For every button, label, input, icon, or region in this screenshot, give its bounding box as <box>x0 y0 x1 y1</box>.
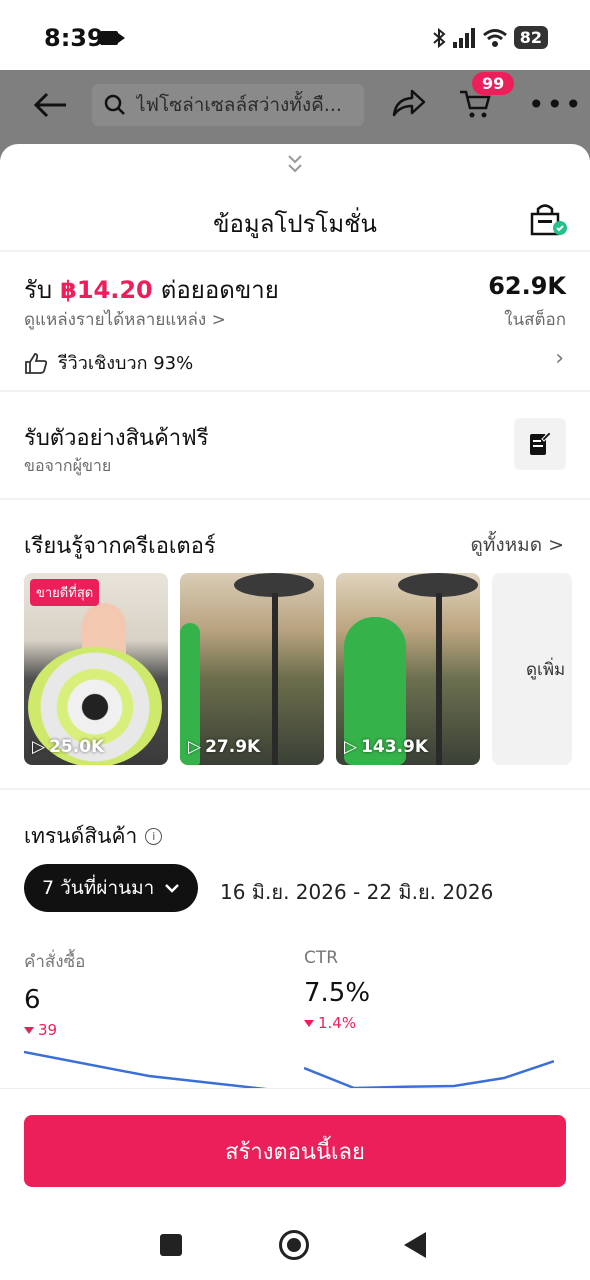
more-options-icon[interactable]: ••• <box>528 91 584 119</box>
play-icon: ▷ <box>188 737 202 757</box>
divider <box>0 390 590 392</box>
video-view-count: ▷ 25.0K <box>32 737 105 757</box>
create-now-button[interactable]: สร้างตอนนี้เลย <box>24 1115 566 1187</box>
info-icon[interactable]: i <box>145 828 163 845</box>
positive-review-row[interactable]: รีวิวเชิงบวก 93% <box>24 348 193 377</box>
search-placeholder: ไฟโซล่าเซลล์สว่างทั้งคื... <box>136 94 342 116</box>
chevron-right-icon[interactable]: › <box>555 346 564 371</box>
earn-prefix: รับ <box>24 276 53 304</box>
video-view-count: ▷ 27.9K <box>188 737 261 757</box>
bottom-action-bar: สร้างตอนนี้เลย <box>0 1088 590 1210</box>
creator-video-card[interactable]: ขายดีที่สุด ▷ 25.0K <box>24 573 168 765</box>
period-dropdown[interactable]: 7 วันที่ผ่านมา <box>24 864 199 912</box>
request-sample-button[interactable] <box>514 418 566 470</box>
positive-review-text: รีวิวเชิงบวก 93% <box>58 353 194 374</box>
commission-row: รับ ฿14.20 ต่อยอดขาย <box>24 270 279 309</box>
metric-orders: คำสั่งซื้อ 6 39 <box>24 948 274 1092</box>
creator-video-list: ขายดีที่สุด ▷ 25.0K ▷ 27.9K ▷ 143.9K ดูเพิ่… <box>24 573 590 765</box>
system-nav-bar <box>0 1210 590 1280</box>
bluetooth-icon <box>433 27 446 48</box>
sheet-title: ข้อมูลโปรโมชั่น <box>213 210 377 238</box>
status-time: 8:39 <box>44 24 104 52</box>
metric-delta: 39 <box>24 1021 274 1039</box>
period-label: 7 วันที่ผ่านมา <box>42 877 155 899</box>
product-trend-title: เทรนด์สินค้า i <box>24 820 163 853</box>
home-icon[interactable] <box>279 1230 309 1260</box>
see-all-link[interactable]: ดูทั้งหมด > <box>471 530 565 560</box>
metric-label: CTR <box>304 948 339 968</box>
back-arrow-icon[interactable] <box>32 90 68 120</box>
metric-delta: 1.4% <box>304 1014 554 1032</box>
earn-suffix: ต่อยอดขาย <box>160 276 279 304</box>
ctr-sparkline <box>304 1060 554 1090</box>
signal-icon <box>452 27 475 48</box>
stock-label: ในสต็อก <box>504 310 566 330</box>
stock-value: 62.9K <box>488 272 566 300</box>
commission-amount: ฿14.20 <box>60 276 153 304</box>
collapse-chevron-icon[interactable] <box>283 152 307 176</box>
play-icon: ▷ <box>32 737 46 757</box>
best-seller-badge: ขายดีที่สุด <box>30 579 100 606</box>
video-camera-icon <box>100 31 125 45</box>
creator-video-card[interactable]: ▷ 143.9K <box>336 573 480 765</box>
search-bar[interactable]: ไฟโซล่าเซลล์สว่างทั้งคื... <box>92 84 364 126</box>
back-triangle-icon[interactable] <box>404 1232 426 1258</box>
down-triangle-icon <box>24 1026 34 1034</box>
creator-video-card[interactable]: ▷ 27.9K <box>180 573 324 765</box>
free-sample-title[interactable]: รับตัวอย่างสินค้าฟรี <box>24 420 209 455</box>
share-icon[interactable] <box>392 88 426 118</box>
metric-value: 7.5% <box>304 978 371 1008</box>
thumbs-up-icon <box>25 352 48 374</box>
orders-sparkline <box>24 1050 274 1092</box>
promotion-sheet: ข้อมูลโปรโมชั่น รับ ฿14.20 ต่อยอดขาย 62.… <box>0 144 590 1210</box>
lamp-pole-thumbnail <box>436 593 442 765</box>
ctr-trend-line <box>304 1060 554 1090</box>
play-icon: ▷ <box>344 737 358 757</box>
date-range: 16 มิ.ย. 2026 - 22 มิ.ย. 2026 <box>220 880 494 904</box>
lamp-pole-thumbnail <box>272 593 278 765</box>
metric-label: คำสั่งซื้อ <box>24 952 86 972</box>
status-indicators: 82 <box>432 26 548 49</box>
trend-title-text: เทรนด์สินค้า <box>24 824 138 848</box>
down-triangle-icon <box>304 1019 314 1027</box>
divider <box>0 250 590 252</box>
free-sample-subtitle: ขอจากผู้ขาย <box>24 456 112 475</box>
divider <box>0 498 590 500</box>
shop-verified-icon[interactable] <box>528 202 568 238</box>
video-view-count: ▷ 143.9K <box>344 737 429 757</box>
search-icon <box>104 94 125 115</box>
recent-apps-icon[interactable] <box>160 1234 182 1256</box>
note-edit-icon <box>530 431 552 455</box>
chevron-down-icon <box>165 884 180 893</box>
orders-trend-line <box>24 1050 274 1092</box>
divider <box>0 788 590 790</box>
wifi-icon <box>482 28 507 47</box>
battery-indicator: 82 <box>513 26 548 49</box>
see-more-card[interactable]: ดูเพิ่ม <box>492 573 572 765</box>
metric-value: 6 <box>24 985 41 1015</box>
income-sources-link[interactable]: ดูแหล่งรายได้หลายแหล่ง > <box>24 306 226 333</box>
learn-from-creators-title: เรียนรู้จากครีเอเตอร์ <box>24 534 216 559</box>
status-bar: 8:39 82 <box>0 0 590 70</box>
cart-count-badge: 99 <box>472 72 515 95</box>
metric-ctr: CTR 7.5% 1.4% <box>304 948 554 1090</box>
